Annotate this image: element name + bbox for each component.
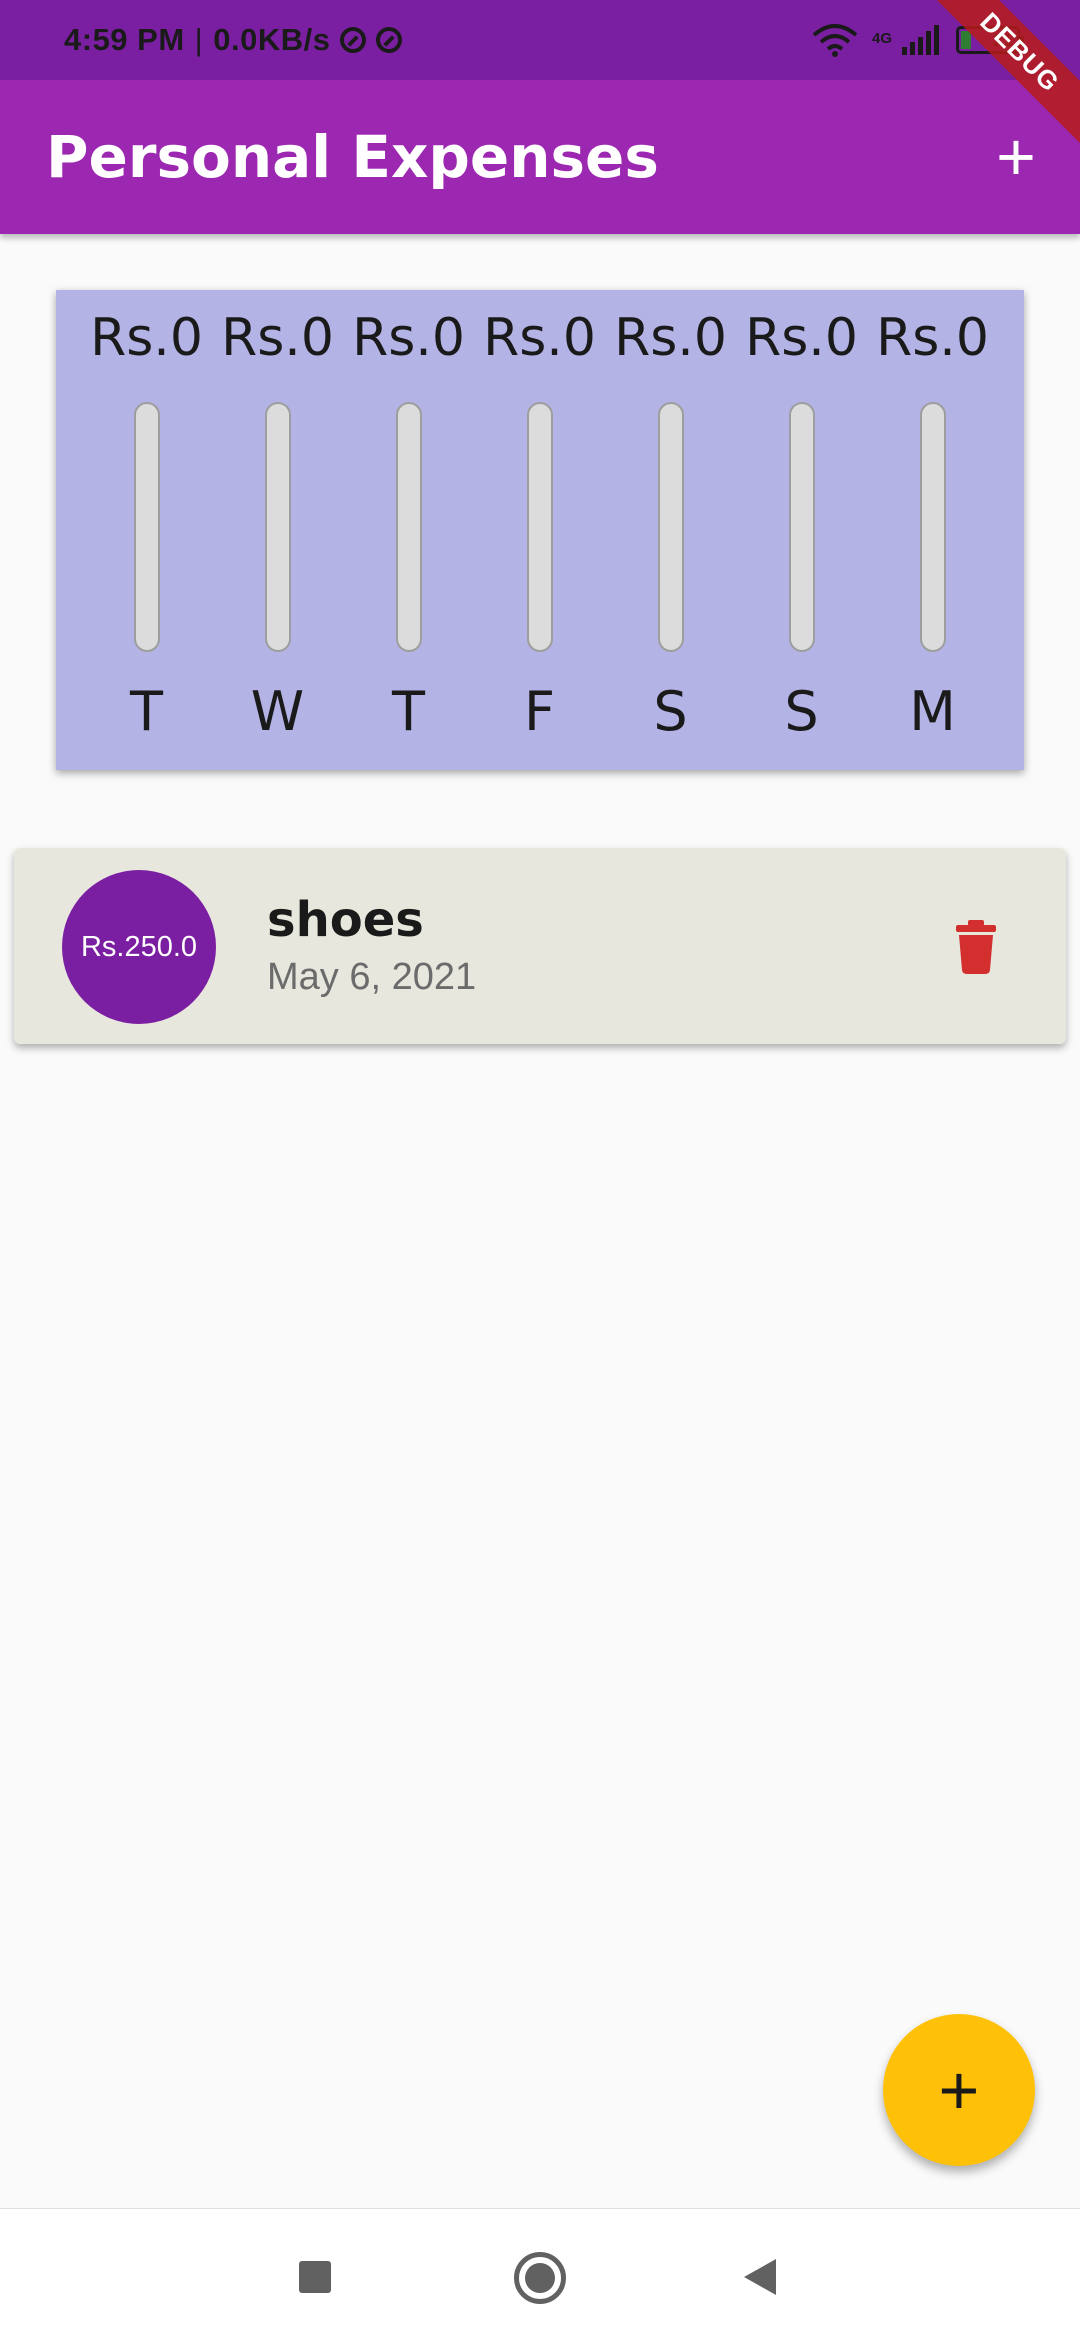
status-bar: 4:59 PM | 0.0KB/s 4G 21	[0, 0, 1080, 80]
chart-bar-day-label: M	[909, 680, 956, 743]
app-bar: Personal Expenses +	[0, 80, 1080, 234]
sync-icon	[376, 27, 403, 53]
status-time: 4:59 PM	[64, 22, 185, 57]
chart-bar-track	[789, 402, 815, 652]
transaction-amount-avatar: Rs.250.0	[62, 870, 216, 1024]
chart-bar-track	[265, 402, 291, 652]
home-icon[interactable]	[514, 2252, 566, 2304]
chart-bar-amount: Rs.0	[352, 308, 465, 368]
chart-bar-column: Rs.0 T	[81, 290, 212, 770]
chart-bar-track	[527, 402, 553, 652]
signal-icon	[902, 25, 939, 55]
transaction-date: May 6, 2021	[267, 956, 477, 998]
wifi-icon	[812, 24, 858, 57]
chart-bar-track	[658, 402, 684, 652]
system-nav-bar	[0, 2208, 1080, 2341]
status-speed: 0.0KB/s	[213, 22, 331, 57]
chart-bar-day-label: S	[784, 680, 819, 743]
chart-bar-amount: Rs.0	[876, 308, 989, 368]
status-left: 4:59 PM | 0.0KB/s	[64, 0, 403, 80]
chart-bar-amount: Rs.0	[90, 308, 203, 368]
trash-icon[interactable]	[956, 920, 996, 974]
add-transaction-fab[interactable]: +	[883, 2014, 1035, 2166]
status-separator: |	[194, 22, 204, 57]
chart-bar-column: Rs.0 S	[736, 290, 867, 770]
chart-bar-amount: Rs.0	[483, 308, 596, 368]
chart-bar-day-label: T	[130, 680, 163, 743]
add-transaction-button[interactable]: +	[976, 117, 1056, 197]
chart-bar-column: Rs.0 T	[343, 290, 474, 770]
weekly-chart-card: Rs.0 T Rs.0 W Rs.0 T Rs.0 F Rs.0 S Rs.0 S Rs.0 M	[56, 290, 1024, 770]
chart-bar-column: Rs.0 W	[212, 290, 343, 770]
transaction-title: shoes	[267, 892, 424, 948]
chart-bar-day-label: F	[523, 680, 556, 743]
data-saver-icon	[340, 27, 367, 53]
chart-bar-amount: Rs.0	[614, 308, 727, 368]
chart-bar-day-label: W	[250, 680, 305, 743]
chart-bar-column: Rs.0 M	[867, 290, 998, 770]
chart-bar-track	[396, 402, 422, 652]
chart-bar-column: Rs.0 S	[605, 290, 736, 770]
battery-level	[961, 31, 971, 49]
chart-bar-day-label: S	[653, 680, 688, 743]
transaction-card: Rs.250.0 shoes May 6, 2021	[14, 848, 1066, 1044]
chart-bar-amount: Rs.0	[221, 308, 334, 368]
chart-bar-day-label: T	[392, 680, 425, 743]
recent-apps-icon[interactable]	[299, 2261, 331, 2293]
back-icon[interactable]	[744, 2259, 776, 2295]
chart-bar-column: Rs.0 F	[474, 290, 605, 770]
page-title: Personal Expenses	[46, 123, 659, 191]
network-type-label: 4G	[871, 30, 892, 47]
chart-bar-track	[134, 402, 160, 652]
weekly-chart: Rs.0 T Rs.0 W Rs.0 T Rs.0 F Rs.0 S Rs.0 S Rs.0 M	[81, 290, 999, 770]
chart-bar-track	[920, 402, 946, 652]
chart-bar-amount: Rs.0	[745, 308, 858, 368]
